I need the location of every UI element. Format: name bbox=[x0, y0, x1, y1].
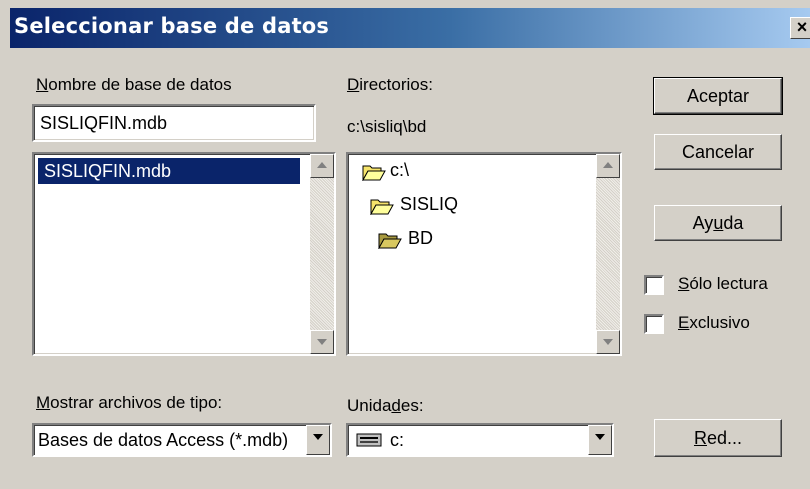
exclusive-checkbox[interactable] bbox=[644, 314, 664, 334]
exclusive-label[interactable]: Exclusivo bbox=[678, 313, 750, 333]
file-type-select[interactable]: Bases de datos Access (*.mdb) bbox=[32, 423, 332, 457]
scroll-down-button[interactable] bbox=[310, 330, 334, 354]
scroll-up-button[interactable] bbox=[596, 154, 620, 178]
dropdown-arrow bbox=[595, 434, 605, 440]
tree-node-label: SISLIQ bbox=[400, 194, 459, 214]
select-database-dialog: Seleccionar base de datos × Nombre de ba… bbox=[0, 0, 810, 489]
scroll-down-arrow bbox=[603, 339, 613, 345]
drive-value: c: bbox=[390, 430, 405, 450]
close-icon: × bbox=[796, 17, 808, 37]
file-type-value: Bases de datos Access (*.mdb) bbox=[38, 430, 289, 450]
folder-open-icon bbox=[362, 165, 386, 181]
current-path: c:\sisliq\bd bbox=[347, 117, 427, 136]
help-button[interactable]: Ayuda bbox=[654, 205, 782, 241]
drive-icon bbox=[356, 433, 382, 447]
db-name-label: Nombre de base de datos bbox=[36, 75, 232, 94]
window-title: Seleccionar base de datos bbox=[14, 14, 330, 38]
scroll-down-arrow bbox=[317, 339, 327, 345]
accept-button[interactable]: Aceptar bbox=[653, 77, 783, 115]
db-file-list[interactable]: SISLIQFIN.mdb bbox=[32, 152, 336, 356]
drives-label: Unidades: bbox=[347, 396, 424, 415]
list-item-selected[interactable]: SISLIQFIN.mdb bbox=[38, 158, 300, 184]
drives-dropdown-button[interactable] bbox=[588, 425, 612, 455]
directories-label: Directorios: bbox=[347, 75, 433, 94]
folder-open-icon bbox=[370, 199, 394, 215]
directory-tree[interactable]: c:\ SISLIQ BD bbox=[346, 152, 622, 356]
db-list-scrollbar[interactable] bbox=[310, 154, 334, 354]
file-type-label: Mostrar archivos de tipo: bbox=[36, 393, 223, 412]
scroll-up-button[interactable] bbox=[310, 154, 334, 178]
dropdown-arrow bbox=[313, 434, 323, 440]
tree-node-label: c:\ bbox=[390, 160, 410, 180]
directory-scrollbar[interactable] bbox=[596, 154, 620, 354]
db-name-input[interactable]: SISLIQFIN.mdb bbox=[32, 104, 316, 142]
readonly-checkbox[interactable] bbox=[644, 275, 664, 295]
scroll-up-arrow bbox=[603, 162, 613, 168]
db-name-value: SISLIQFIN.mdb bbox=[40, 113, 168, 133]
network-button[interactable]: Red... bbox=[654, 419, 782, 457]
scroll-up-arrow bbox=[317, 162, 327, 168]
tree-node-label: BD bbox=[408, 228, 434, 248]
cancel-button[interactable]: Cancelar bbox=[654, 134, 782, 170]
drives-select[interactable]: c: bbox=[346, 423, 614, 457]
close-button[interactable]: × bbox=[790, 17, 810, 39]
file-type-dropdown-button[interactable] bbox=[306, 425, 330, 455]
title-bar[interactable]: Seleccionar base de datos × bbox=[10, 8, 810, 48]
scroll-down-button[interactable] bbox=[596, 330, 620, 354]
readonly-label[interactable]: Sólo lectura bbox=[678, 274, 768, 294]
folder-open-icon bbox=[378, 233, 402, 249]
